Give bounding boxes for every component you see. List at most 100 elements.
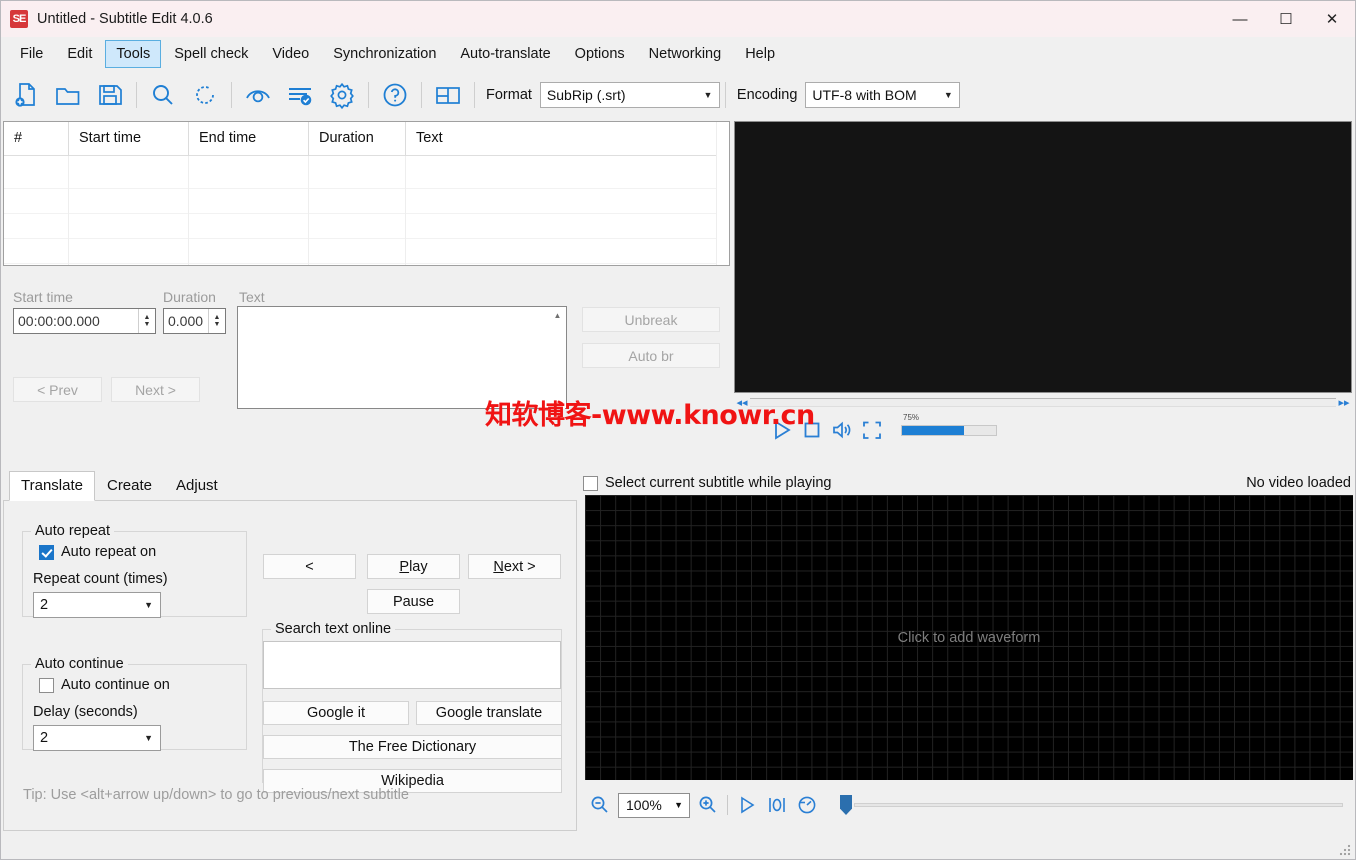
menu-item-auto-translate[interactable]: Auto-translate [449, 40, 561, 68]
menu-item-tools[interactable]: Tools [105, 40, 162, 68]
format-dropdown[interactable]: SubRip (.srt) ▼ [539, 81, 720, 108]
minimize-icon[interactable]: — [1217, 1, 1263, 37]
text-label: Text [239, 289, 265, 305]
grid-cell [309, 264, 406, 265]
table-row[interactable] [4, 264, 729, 265]
search-text-input[interactable] [263, 641, 561, 689]
subtitle-text-input[interactable]: ▲ [237, 306, 567, 409]
auto-continue-checkbox[interactable] [39, 677, 54, 693]
menu-item-options[interactable]: Options [564, 40, 636, 68]
next-button[interactable]: Next > [468, 554, 561, 579]
select-subtitle-checkbox-row[interactable]: Select current subtitle while playing [583, 475, 831, 491]
table-row[interactable] [4, 189, 729, 214]
waveform-display[interactable]: Click to add waveform [585, 495, 1353, 780]
encoding-dropdown[interactable]: UTF-8 with BOM ▼ [805, 81, 961, 108]
grid-cell [309, 189, 406, 214]
table-row[interactable] [4, 214, 729, 239]
duration-stepper[interactable]: ▲ ▼ [208, 309, 225, 333]
search-icon[interactable] [142, 75, 184, 115]
unbreak-button[interactable]: Unbreak [582, 307, 720, 332]
start-time-stepper[interactable]: ▲ ▼ [138, 309, 155, 333]
next-subtitle-button[interactable]: Next > [111, 377, 200, 402]
subtitle-edit-window: SE Untitled - Subtitle Edit 4.0.6 — ☐ ✕ … [0, 0, 1356, 860]
tab-translate[interactable]: Translate [9, 471, 95, 501]
zero-marker-icon[interactable] [762, 790, 792, 820]
delay-seconds-dropdown[interactable]: 2 ▼ [33, 725, 161, 751]
waveform-slider-thumb[interactable] [840, 795, 852, 815]
grid-cell [69, 264, 189, 265]
table-row[interactable] [4, 156, 729, 189]
menu-item-file[interactable]: File [9, 40, 54, 68]
grid-cell [4, 214, 69, 239]
menu-item-spell-check[interactable]: Spell check [163, 40, 259, 68]
zoom-out-icon[interactable] [585, 790, 615, 820]
column-header-number[interactable]: # [4, 122, 69, 156]
menu-item-networking[interactable]: Networking [638, 40, 733, 68]
layout-icon[interactable] [427, 75, 469, 115]
start-time-value: 00:00:00.000 [18, 313, 100, 329]
settings-gear-icon[interactable] [321, 75, 363, 115]
subtitle-list-grid[interactable]: # Start time End time Duration Text [3, 121, 730, 266]
waveform-position-slider[interactable] [840, 792, 1353, 818]
rewind-icon[interactable]: ◂◂ [734, 396, 750, 409]
free-dictionary-button[interactable]: The Free Dictionary [263, 735, 562, 759]
start-time-input[interactable]: 00:00:00.000 ▲ ▼ [13, 308, 156, 334]
duration-input[interactable]: 0.000 ▲ ▼ [163, 308, 226, 334]
video-preview[interactable] [734, 121, 1352, 393]
column-header-start-time[interactable]: Start time [69, 122, 189, 156]
scroll-up-icon[interactable]: ▲ [550, 308, 565, 320]
playback-speed-icon[interactable] [792, 790, 822, 820]
encoding-label: Encoding [736, 86, 798, 103]
waveform-zoom-dropdown[interactable]: 100% ▼ [618, 792, 690, 818]
play-icon[interactable] [732, 790, 762, 820]
window-title: Untitled - Subtitle Edit 4.0.6 [37, 11, 213, 27]
play-icon[interactable] [767, 414, 797, 446]
pause-button[interactable]: Pause [367, 589, 460, 614]
column-header-end-time[interactable]: End time [189, 122, 309, 156]
speaker-icon[interactable] [827, 414, 857, 446]
main-toolbar: Format SubRip (.srt) ▼ Encoding UTF-8 wi… [1, 71, 1355, 118]
resize-grip-icon[interactable] [1338, 843, 1352, 857]
maximize-icon[interactable]: ☐ [1263, 1, 1309, 37]
textbox-scrollbar[interactable]: ▲ [550, 308, 565, 409]
open-folder-icon[interactable] [47, 75, 89, 115]
repeat-count-dropdown[interactable]: 2 ▼ [33, 592, 161, 618]
tab-adjust[interactable]: Adjust [164, 471, 230, 501]
menu-item-edit[interactable]: Edit [56, 40, 103, 68]
spell-check-icon[interactable] [279, 75, 321, 115]
play-button[interactable]: Play [367, 554, 460, 579]
fullscreen-icon[interactable] [857, 414, 887, 446]
volume-slider-fill [902, 425, 965, 435]
prev-subtitle-button[interactable]: < Prev [13, 377, 102, 402]
tab-create[interactable]: Create [95, 471, 164, 501]
replace-sync-icon[interactable] [184, 75, 226, 115]
auto-repeat-checkbox[interactable] [39, 544, 54, 560]
grid-vertical-scrollbar[interactable] [716, 122, 729, 265]
save-icon[interactable] [89, 75, 131, 115]
table-row[interactable] [4, 239, 729, 264]
zoom-in-icon[interactable] [693, 790, 723, 820]
menu-item-video[interactable]: Video [261, 40, 320, 68]
grid-cell [4, 156, 69, 189]
toolbar-separator [136, 81, 137, 108]
column-header-text[interactable]: Text [406, 122, 716, 156]
column-header-duration[interactable]: Duration [309, 122, 406, 156]
auto-continue-checkbox-row[interactable]: Auto continue on [39, 677, 170, 693]
menu-item-synchronization[interactable]: Synchronization [322, 40, 447, 68]
google-translate-button[interactable]: Google translate [416, 701, 562, 725]
fast-forward-icon[interactable]: ▸▸ [1336, 396, 1352, 409]
volume-slider-track[interactable] [901, 424, 997, 436]
help-icon[interactable] [374, 75, 416, 115]
stop-icon[interactable] [797, 414, 827, 446]
volume-control[interactable]: 75% [901, 413, 997, 436]
select-subtitle-checkbox[interactable] [583, 475, 598, 491]
auto-repeat-checkbox-row[interactable]: Auto repeat on [39, 544, 156, 560]
close-icon[interactable]: ✕ [1309, 1, 1355, 37]
new-file-icon[interactable] [5, 75, 47, 115]
google-it-button[interactable]: Google it [263, 701, 409, 725]
previous-button[interactable]: < [263, 554, 356, 579]
visual-sync-icon[interactable] [237, 75, 279, 115]
menu-item-help[interactable]: Help [734, 40, 786, 68]
video-seek-track[interactable] [750, 397, 1336, 407]
auto-br-button[interactable]: Auto br [582, 343, 720, 368]
